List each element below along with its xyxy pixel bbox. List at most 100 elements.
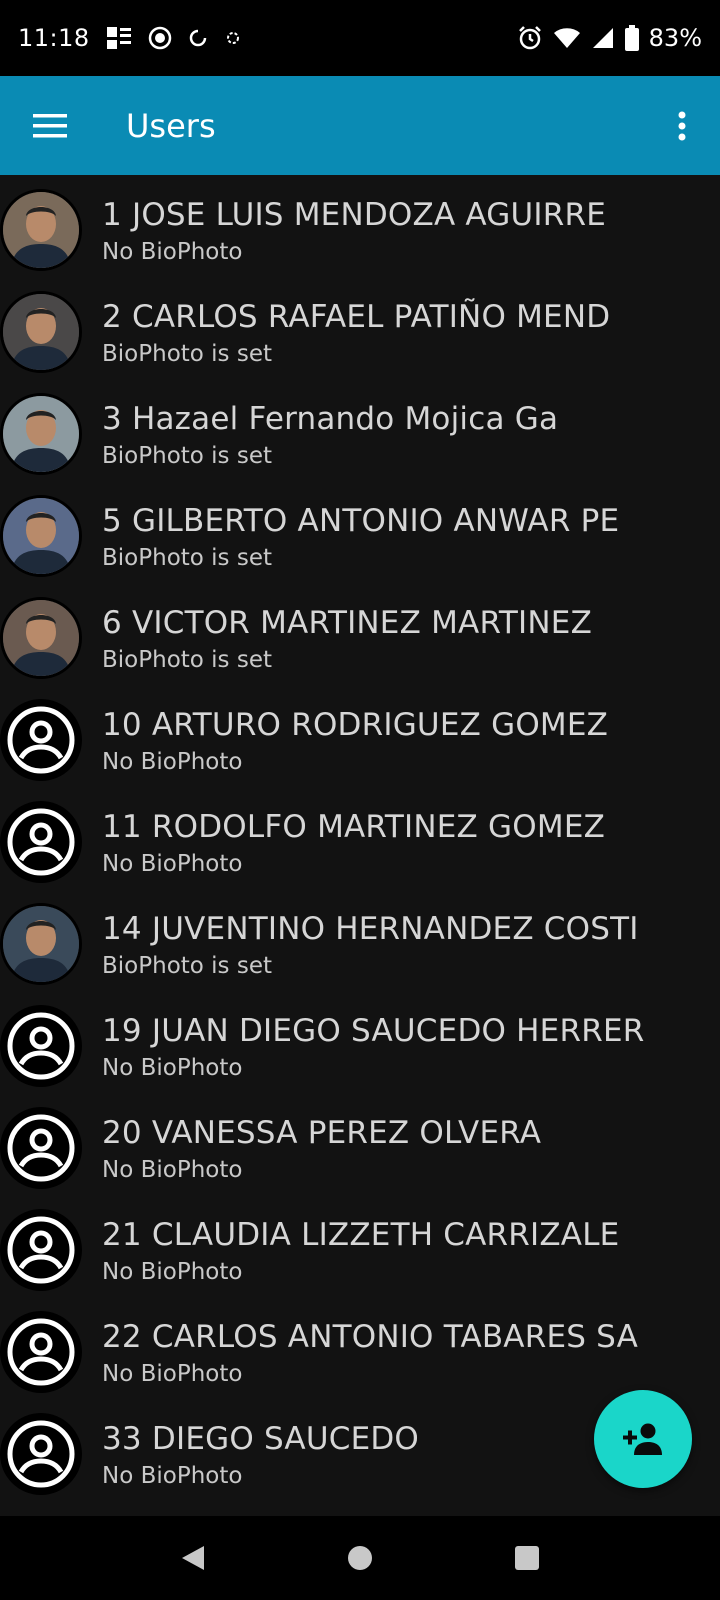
gallery-notification-icon: [106, 26, 132, 50]
biophoto-status: BioPhoto is set: [102, 953, 272, 979]
recents-square-icon: [514, 1546, 539, 1570]
avatar: [0, 903, 82, 985]
recents-button[interactable]: [497, 1528, 557, 1588]
default-avatar-icon: [7, 706, 75, 774]
user-name: 5 GILBERTO ANTONIO ANWAR PE: [102, 503, 620, 539]
user-list-item[interactable]: 11 RODOLFO MARTINEZ GOMEZ No BioPhoto: [0, 787, 720, 889]
avatar: [0, 1209, 82, 1291]
default-avatar-icon: [7, 1012, 75, 1080]
user-name: 19 JUAN DIEGO SAUCEDO HERRER: [102, 1013, 645, 1049]
battery-percentage: 83%: [648, 24, 702, 52]
user-photo-icon: [3, 294, 79, 370]
signal-icon: [591, 26, 615, 50]
screen: 11:18 83% Users 1 JOSE LUIS MENDOZA AGUI…: [0, 0, 720, 1600]
user-text: 5 GILBERTO ANTONIO ANWAR PE BioPhoto is s…: [102, 501, 710, 573]
avatar: [0, 189, 82, 271]
biophoto-status: BioPhoto is set: [102, 545, 272, 571]
avatar: [0, 1311, 82, 1393]
status-bar: 11:18 83%: [0, 0, 720, 76]
hamburger-menu-icon: [33, 113, 67, 137]
user-name: 21 CLAUDIA LIZZETH CARRIZALE: [102, 1217, 620, 1253]
add-user-button[interactable]: [594, 1390, 692, 1488]
user-list-item[interactable]: 5 GILBERTO ANTONIO ANWAR PE BioPhoto is s…: [0, 481, 720, 583]
user-text: 19 JUAN DIEGO SAUCEDO HERRER No BioPhoto: [102, 1011, 710, 1083]
user-name: 11 RODOLFO MARTINEZ GOMEZ: [102, 809, 606, 845]
user-name: 1 JOSE LUIS MENDOZA AGUIRRE: [102, 197, 607, 233]
avatar: [0, 1005, 82, 1087]
user-photo-icon: [3, 396, 79, 472]
biophoto-status: No BioPhoto: [102, 239, 243, 265]
user-text: 1 JOSE LUIS MENDOZA AGUIRRE No BioPhoto: [102, 195, 710, 267]
back-button[interactable]: [163, 1528, 223, 1588]
user-text: 21 CLAUDIA LIZZETH CARRIZALE No BioPhoto: [102, 1215, 710, 1287]
user-list-item[interactable]: 3 Hazael Fernando Mojica Ga BioPhoto is s…: [0, 379, 720, 481]
app-notification-icon: [224, 29, 242, 47]
default-avatar-icon: [7, 1318, 75, 1386]
user-list-item[interactable]: 10 ARTURO RODRIGUEZ GOMEZ No BioPhoto: [0, 685, 720, 787]
navigation-menu-button[interactable]: [0, 76, 100, 175]
back-triangle-icon: [182, 1546, 205, 1570]
home-circle-icon: [347, 1546, 372, 1570]
home-button[interactable]: [330, 1528, 390, 1588]
user-photo-icon: [3, 906, 79, 982]
user-name: 2 CARLOS RAFAEL PATIÑO MEND: [102, 299, 611, 335]
biophoto-status: No BioPhoto: [102, 1157, 243, 1183]
battery-icon: [624, 25, 639, 51]
page-title: Users: [126, 106, 216, 145]
biophoto-status: No BioPhoto: [102, 1259, 243, 1285]
status-time: 11:18: [18, 24, 90, 52]
user-list-item[interactable]: 21 CLAUDIA LIZZETH CARRIZALE No BioPhoto: [0, 1195, 720, 1297]
user-list-item[interactable]: 19 JUAN DIEGO SAUCEDO HERRER No BioPhoto: [0, 991, 720, 1093]
user-name: 14 JUVENTINO HERNANDEZ COSTI: [102, 911, 639, 947]
user-photo-icon: [3, 600, 79, 676]
user-list-item[interactable]: 22 CARLOS ANTONIO TABARES SA No BioPhoto: [0, 1297, 720, 1399]
avatar: [0, 1107, 82, 1189]
biophoto-status: BioPhoto is set: [102, 443, 272, 469]
record-notification-icon: [148, 26, 172, 50]
user-list-item[interactable]: 2 CARLOS RAFAEL PATIÑO MEND BioPhoto is s…: [0, 277, 720, 379]
user-list-item[interactable]: 20 VANESSA PEREZ OLVERA No BioPhoto: [0, 1093, 720, 1195]
user-text: 20 VANESSA PEREZ OLVERA No BioPhoto: [102, 1113, 710, 1185]
user-text: 2 CARLOS RAFAEL PATIÑO MEND BioPhoto is s…: [102, 297, 710, 369]
user-photo-icon: [3, 192, 79, 268]
wifi-icon: [553, 26, 581, 50]
user-text: 3 Hazael Fernando Mojica Ga BioPhoto is s…: [102, 399, 710, 471]
system-navigation-bar: [0, 1516, 720, 1600]
default-avatar-icon: [7, 1420, 75, 1488]
biophoto-status: No BioPhoto: [102, 1055, 243, 1081]
user-text: 11 RODOLFO MARTINEZ GOMEZ No BioPhoto: [102, 807, 710, 879]
avatar: [0, 495, 82, 577]
biophoto-status: BioPhoto is set: [102, 341, 272, 367]
app-bar: Users: [0, 76, 720, 175]
alarm-icon: [517, 25, 543, 51]
user-name: 22 CARLOS ANTONIO TABARES SA: [102, 1319, 639, 1355]
avatar: [0, 291, 82, 373]
user-list: 1 JOSE LUIS MENDOZA AGUIRRE No BioPhoto 2 …: [0, 175, 720, 1501]
user-name: 6 VICTOR MARTINEZ MARTINEZ: [102, 605, 593, 641]
avatar: [0, 801, 82, 883]
user-photo-icon: [3, 498, 79, 574]
user-name: 3 Hazael Fernando Mojica Ga: [102, 401, 559, 437]
user-list-item[interactable]: 1 JOSE LUIS MENDOZA AGUIRRE No BioPhoto: [0, 175, 720, 277]
user-text: 22 CARLOS ANTONIO TABARES SA No BioPhoto: [102, 1317, 710, 1389]
user-name: 10 ARTURO RODRIGUEZ GOMEZ: [102, 707, 609, 743]
avatar: [0, 393, 82, 475]
biophoto-status: BioPhoto is set: [102, 647, 272, 673]
biophoto-status: No BioPhoto: [102, 749, 243, 775]
default-avatar-icon: [7, 808, 75, 876]
avatar: [0, 699, 82, 781]
user-text: 10 ARTURO RODRIGUEZ GOMEZ No BioPhoto: [102, 705, 710, 777]
user-text: 14 JUVENTINO HERNANDEZ COSTI BioPhoto is …: [102, 909, 710, 981]
default-avatar-icon: [7, 1114, 75, 1182]
biophoto-status: No BioPhoto: [102, 1361, 243, 1387]
biophoto-status: No BioPhoto: [102, 851, 243, 877]
user-text: 6 VICTOR MARTINEZ MARTINEZ BioPhoto is se…: [102, 603, 710, 675]
user-list-item[interactable]: 6 VICTOR MARTINEZ MARTINEZ BioPhoto is se…: [0, 583, 720, 685]
avatar: [0, 597, 82, 679]
overflow-menu-button[interactable]: [652, 76, 712, 175]
user-list-item[interactable]: 14 JUVENTINO HERNANDEZ COSTI BioPhoto is …: [0, 889, 720, 991]
avatar: [0, 1413, 82, 1495]
add-user-icon: [623, 1423, 662, 1455]
sync-notification-icon: [188, 28, 208, 48]
user-name: 20 VANESSA PEREZ OLVERA: [102, 1115, 542, 1151]
